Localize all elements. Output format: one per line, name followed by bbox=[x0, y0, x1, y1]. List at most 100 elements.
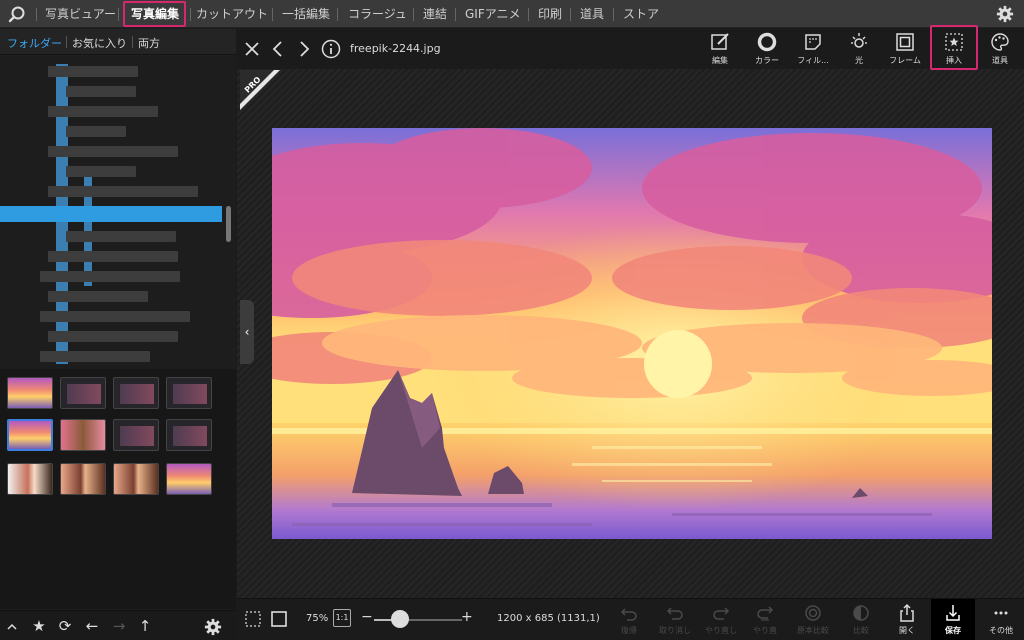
collapse-panel-button[interactable]: ‹ bbox=[240, 300, 254, 364]
up-arrow-icon[interactable]: ↑ bbox=[136, 617, 154, 635]
zoom-in-button[interactable]: + bbox=[461, 609, 473, 625]
tab-cutout[interactable]: カットアウト bbox=[196, 0, 268, 28]
thumbnail[interactable] bbox=[166, 463, 212, 495]
redo-all-label: やり直 bbox=[753, 626, 777, 635]
tool-color-button[interactable]: カラー bbox=[745, 31, 789, 69]
thumbnail[interactable] bbox=[113, 463, 159, 495]
thumbnail[interactable] bbox=[113, 377, 159, 409]
edited-photo-canvas[interactable] bbox=[272, 128, 992, 539]
open-button[interactable]: 開く bbox=[887, 603, 927, 639]
folder-row[interactable] bbox=[48, 106, 158, 117]
thumbnail[interactable] bbox=[113, 419, 159, 451]
zoom-out-button[interactable]: − bbox=[361, 609, 373, 625]
tool-color-label: カラー bbox=[755, 56, 779, 65]
open-share-icon bbox=[900, 603, 914, 622]
next-image-icon[interactable] bbox=[293, 38, 315, 60]
zoom-slider-knob[interactable] bbox=[391, 610, 410, 628]
selection-marquee-icon[interactable] bbox=[243, 609, 263, 629]
close-icon[interactable] bbox=[241, 38, 263, 60]
thumbnail[interactable] bbox=[60, 463, 106, 495]
tool-filter-button[interactable]: フィル... bbox=[791, 31, 835, 69]
compare-original-icon bbox=[805, 605, 821, 621]
forward-arrow-icon[interactable]: → bbox=[110, 617, 128, 635]
thumbnail[interactable] bbox=[7, 377, 53, 409]
previous-image-icon[interactable] bbox=[267, 38, 289, 60]
folder-row[interactable] bbox=[48, 331, 178, 342]
thumbnail[interactable] bbox=[60, 377, 106, 409]
selected-folder-row[interactable] bbox=[0, 206, 222, 222]
folder-row[interactable] bbox=[40, 271, 180, 282]
collapse-up-icon[interactable] bbox=[4, 619, 20, 635]
tab-combine[interactable]: 連結 bbox=[423, 0, 447, 28]
panel-settings-gear-icon[interactable] bbox=[204, 618, 222, 636]
tool-edit-button[interactable]: 編集 bbox=[698, 31, 742, 69]
folder-row[interactable] bbox=[48, 186, 198, 197]
tab-gif[interactable]: GIFアニメ bbox=[465, 0, 521, 28]
left-bottom-toolbar: ★ ⟳ ← → ↑ bbox=[0, 610, 236, 640]
redo-button[interactable]: やり直し bbox=[701, 603, 741, 639]
folder-tree[interactable] bbox=[0, 56, 236, 386]
tab-store[interactable]: ストア bbox=[623, 0, 659, 28]
tab-favorites[interactable]: お気に入り bbox=[72, 35, 127, 51]
info-icon[interactable] bbox=[320, 38, 342, 60]
thumbnail[interactable] bbox=[7, 463, 53, 495]
app-search-logo-icon[interactable] bbox=[8, 5, 26, 23]
compare-original-button[interactable]: 原本比較 bbox=[793, 603, 833, 639]
edit-icon bbox=[711, 33, 729, 50]
more-button[interactable]: その他 bbox=[981, 603, 1021, 639]
tab-collage[interactable]: コラージュ bbox=[348, 0, 407, 28]
bottom-status-bar: 75% 1:1 − + 1200 x 685 (1131,1) 復帰 取り消し … bbox=[237, 598, 1024, 640]
favorite-star-icon[interactable]: ★ bbox=[30, 617, 48, 635]
save-label: 保存 bbox=[945, 626, 961, 635]
back-arrow-icon[interactable]: ← bbox=[83, 617, 101, 635]
tab-both[interactable]: 両方 bbox=[138, 35, 160, 51]
zoom-slider[interactable] bbox=[374, 619, 462, 621]
tool-light-button[interactable]: 光 bbox=[837, 31, 881, 69]
save-download-icon bbox=[946, 605, 960, 621]
revert-label: 復帰 bbox=[621, 626, 637, 635]
folder-row[interactable] bbox=[48, 66, 138, 77]
actual-size-button[interactable]: 1:1 bbox=[333, 609, 351, 627]
refresh-icon[interactable]: ⟳ bbox=[56, 617, 74, 635]
current-filename: freepik-2244.jpg bbox=[350, 42, 441, 55]
compare-button[interactable]: 比較 bbox=[841, 603, 881, 639]
tab-photo-viewer[interactable]: 写真ビュアー bbox=[45, 0, 116, 28]
tool-light-label: 光 bbox=[855, 56, 863, 65]
tool-frame-button[interactable]: フレーム bbox=[883, 31, 927, 69]
thumbnail[interactable] bbox=[60, 419, 106, 451]
tool-insert-label: 挿入 bbox=[946, 56, 962, 65]
tree-vertical-scrollbar[interactable] bbox=[226, 206, 231, 242]
redo-all-button[interactable]: やり直 bbox=[745, 603, 785, 639]
revert-icon bbox=[620, 608, 637, 621]
palette-icon bbox=[991, 33, 1009, 51]
pro-badge: PRO bbox=[240, 70, 280, 110]
folder-row[interactable] bbox=[40, 311, 190, 322]
thumbnail[interactable] bbox=[166, 377, 212, 409]
thumbnail[interactable] bbox=[166, 419, 212, 451]
tab-folders[interactable]: フォルダー bbox=[7, 35, 62, 51]
save-button[interactable]: 保存 bbox=[933, 603, 973, 639]
compare-label: 比較 bbox=[853, 626, 869, 635]
tab-tools[interactable]: 道具 bbox=[580, 0, 604, 28]
tab-print[interactable]: 印刷 bbox=[538, 0, 562, 28]
tool-utilities-button[interactable]: 道具 bbox=[978, 31, 1022, 69]
folder-row[interactable] bbox=[48, 291, 148, 302]
folder-row[interactable] bbox=[66, 86, 136, 97]
folder-row[interactable] bbox=[48, 146, 178, 157]
fit-to-window-icon[interactable] bbox=[269, 609, 289, 629]
folder-row[interactable] bbox=[40, 351, 150, 362]
undo-button[interactable]: 取り消し bbox=[655, 603, 695, 639]
revert-button[interactable]: 復帰 bbox=[609, 603, 649, 639]
sun-icon bbox=[851, 33, 867, 48]
folder-row[interactable] bbox=[66, 126, 126, 137]
thumbnail-selected[interactable] bbox=[7, 419, 53, 451]
folder-row[interactable] bbox=[66, 166, 136, 177]
settings-gear-icon[interactable] bbox=[996, 5, 1014, 23]
folder-row[interactable] bbox=[66, 231, 176, 242]
tool-filter-label: フィル... bbox=[797, 56, 829, 65]
tab-batch-edit[interactable]: 一括編集 bbox=[282, 0, 330, 28]
tool-insert-button[interactable]: 挿入 bbox=[932, 31, 976, 69]
color-ring-icon bbox=[757, 32, 777, 52]
tab-photo-edit[interactable]: 写真編集 bbox=[131, 0, 179, 28]
folder-row[interactable] bbox=[48, 251, 178, 262]
